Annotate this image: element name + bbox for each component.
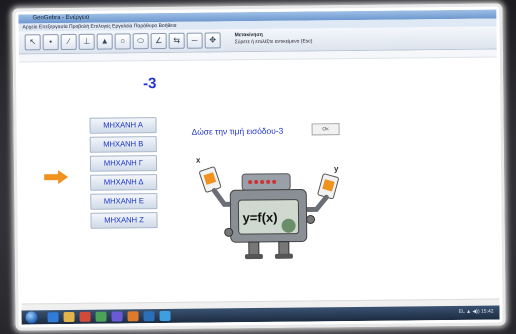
current-value: -3: [143, 75, 157, 93]
slider-icon[interactable]: ─: [186, 32, 203, 49]
ellipse-icon[interactable]: ⬭: [132, 33, 149, 50]
robot-output-var: y: [334, 164, 339, 173]
polygon-icon[interactable]: ▲: [96, 33, 113, 50]
input-prompt: Δώσε την τιμή εισόδου-3: [191, 125, 284, 137]
machine-button-d[interactable]: ΜΗΧΑΝΗ Δ: [90, 174, 158, 191]
firefox-icon[interactable]: [127, 311, 139, 322]
start-button-icon[interactable]: [25, 311, 38, 324]
photo-frame: GeoGebra - Ενέργεια Αρχείο Επεξεργασία Π…: [12, 3, 506, 331]
skype-icon[interactable]: [159, 310, 171, 322]
media-icon[interactable]: [79, 311, 91, 322]
machine-list: ΜΗΧΑΝΗ Α ΜΗΧΑΝΗ Β ΜΗΧΑΝΗ Γ ΜΗΧΑΝΗ Δ ΜΗΧΑ…: [89, 117, 158, 232]
screen: GeoGebra - Ενέργεια Αρχείο Επεξεργασία Π…: [18, 9, 500, 325]
geogebra-icon[interactable]: [95, 311, 107, 322]
move-view-icon[interactable]: ✥: [204, 32, 221, 49]
machine-button-b[interactable]: ΜΗΧΑΝΗ Β: [89, 136, 157, 153]
robot-input-var: x: [196, 156, 201, 165]
robot-function-label: y=f(x): [242, 210, 277, 225]
app-icon[interactable]: [111, 311, 123, 322]
machine-button-e[interactable]: ΜΗΧΑΝΗ Ε: [90, 193, 158, 210]
angle-icon[interactable]: ∠: [150, 32, 167, 50]
circle-icon[interactable]: ○: [114, 33, 131, 50]
function-machine-robot: x y y=f(x): [196, 156, 339, 260]
tool-hint: Μετακίνηση Σύρετε ή επιλέξτε αντικείμενο…: [235, 31, 313, 46]
machine-button-c[interactable]: ΜΗΧΑΝΗ Γ: [89, 155, 158, 172]
perpendicular-icon[interactable]: ⊥: [78, 33, 95, 50]
move-icon[interactable]: ↖: [24, 34, 41, 51]
machine-button-f[interactable]: ΜΗΧΑΝΗ Ζ: [90, 212, 158, 229]
tool-hint-text: Σύρετε ή επιλέξτε αντικείμενο (Esc): [234, 38, 313, 46]
line-icon[interactable]: ∕: [60, 33, 77, 51]
machine-button-a[interactable]: ΜΗΧΑΝΗ Α: [89, 117, 157, 134]
system-tray[interactable]: EL ▲ ◀)) 15:42: [459, 309, 494, 315]
folder-icon[interactable]: [63, 311, 75, 323]
reflect-icon[interactable]: ⇆: [168, 32, 185, 49]
word-icon[interactable]: [143, 311, 155, 322]
arrow-right-icon: [44, 170, 69, 185]
point-icon[interactable]: •: [42, 34, 59, 51]
input-button[interactable]: Οκ: [311, 123, 340, 136]
ie-icon[interactable]: [47, 312, 59, 323]
